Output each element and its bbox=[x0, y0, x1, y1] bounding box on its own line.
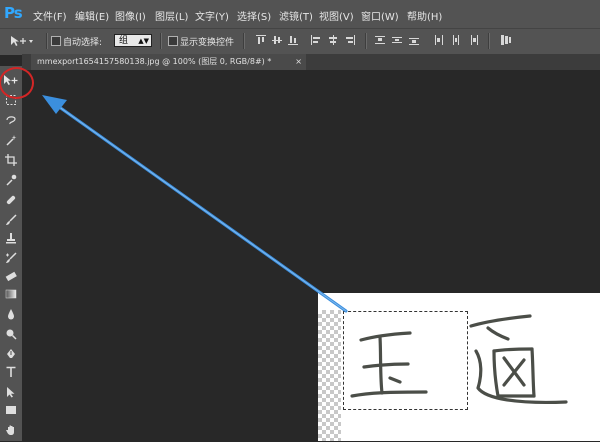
hand-icon[interactable] bbox=[2, 424, 20, 442]
menu-window[interactable]: 窗口(W) bbox=[361, 8, 399, 23]
history-brush-icon[interactable] bbox=[2, 252, 20, 270]
selection-marquee[interactable] bbox=[343, 311, 468, 410]
menu-layer[interactable]: 图层(L) bbox=[155, 8, 188, 23]
distribute-left-icon[interactable] bbox=[434, 35, 444, 45]
crop-icon[interactable] bbox=[2, 154, 20, 172]
document-tab-bar: mmexport1654157580138.jpg @ 100% (图层 0, … bbox=[22, 54, 600, 70]
align-left-icon[interactable] bbox=[311, 35, 321, 45]
type-icon[interactable] bbox=[2, 366, 20, 384]
menu-image[interactable]: 图像(I) bbox=[115, 8, 146, 23]
options-separator bbox=[160, 33, 162, 49]
show-transform-label: 显示变换控件 bbox=[180, 38, 235, 48]
options-separator bbox=[243, 33, 245, 49]
close-tab-icon[interactable]: × bbox=[295, 54, 302, 70]
healing-brush-icon[interactable] bbox=[2, 194, 20, 212]
path-selection-icon[interactable] bbox=[2, 386, 20, 404]
auto-select-checkbox[interactable] bbox=[51, 36, 61, 46]
document-tab-title: mmexport1654157580138.jpg @ 100% (图层 0, … bbox=[37, 57, 272, 66]
clone-stamp-icon[interactable] bbox=[2, 232, 20, 250]
menu-help[interactable]: 帮助(H) bbox=[407, 8, 442, 23]
dodge-icon[interactable] bbox=[2, 328, 20, 346]
menu-edit[interactable]: 编辑(E) bbox=[75, 8, 109, 23]
auto-align-layers-icon[interactable] bbox=[500, 35, 512, 45]
photoshop-logo: Ps bbox=[4, 4, 23, 22]
blur-icon[interactable] bbox=[2, 308, 20, 326]
align-vertical-center-icon[interactable] bbox=[272, 35, 282, 45]
align-bottom-icon[interactable] bbox=[288, 35, 298, 45]
menu-bar: Ps 文件(F) 编辑(E) 图像(I) 图层(L) 文字(Y) 选择(S) 滤… bbox=[0, 0, 600, 28]
lasso-icon[interactable] bbox=[2, 114, 20, 132]
align-top-icon[interactable] bbox=[256, 35, 266, 45]
distribute-bottom-icon[interactable] bbox=[409, 35, 419, 45]
auto-select-label: 自动选择: bbox=[63, 38, 103, 48]
align-horizontal-center-icon[interactable] bbox=[328, 35, 338, 45]
tools-panel bbox=[0, 66, 22, 441]
auto-select-dropdown[interactable]: 组 ▲▼ bbox=[114, 34, 152, 47]
magic-wand-icon[interactable] bbox=[2, 134, 20, 152]
gradient-icon[interactable] bbox=[2, 288, 20, 306]
menu-select[interactable]: 选择(S) bbox=[237, 8, 271, 23]
menu-type[interactable]: 文字(Y) bbox=[195, 8, 229, 23]
menu-filter[interactable]: 滤镜(T) bbox=[279, 8, 313, 23]
options-separator bbox=[365, 33, 367, 49]
options-separator bbox=[46, 33, 48, 49]
auto-select-value: 组 bbox=[119, 36, 129, 46]
distribute-right-icon[interactable] bbox=[468, 35, 478, 45]
align-right-icon[interactable] bbox=[345, 35, 355, 45]
distribute-top-icon[interactable] bbox=[375, 35, 385, 45]
menu-view[interactable]: 视图(V) bbox=[319, 8, 354, 23]
annotation-circle bbox=[0, 67, 34, 99]
eraser-icon[interactable] bbox=[2, 270, 20, 288]
rectangle-icon[interactable] bbox=[2, 404, 20, 422]
document-tab[interactable]: mmexport1654157580138.jpg @ 100% (图层 0, … bbox=[31, 54, 306, 70]
dropdown-arrows-icon: ▲▼ bbox=[138, 37, 149, 45]
pen-icon[interactable] bbox=[2, 348, 20, 366]
move-tool-preset-icon[interactable] bbox=[10, 35, 34, 50]
distribute-vertical-center-icon[interactable] bbox=[392, 35, 402, 45]
distribute-horizontal-center-icon[interactable] bbox=[451, 35, 461, 45]
brush-icon[interactable] bbox=[2, 214, 20, 232]
menu-file[interactable]: 文件(F) bbox=[33, 8, 67, 23]
options-separator bbox=[488, 33, 490, 49]
eyedropper-icon[interactable] bbox=[2, 174, 20, 192]
show-transform-checkbox[interactable] bbox=[168, 36, 178, 46]
